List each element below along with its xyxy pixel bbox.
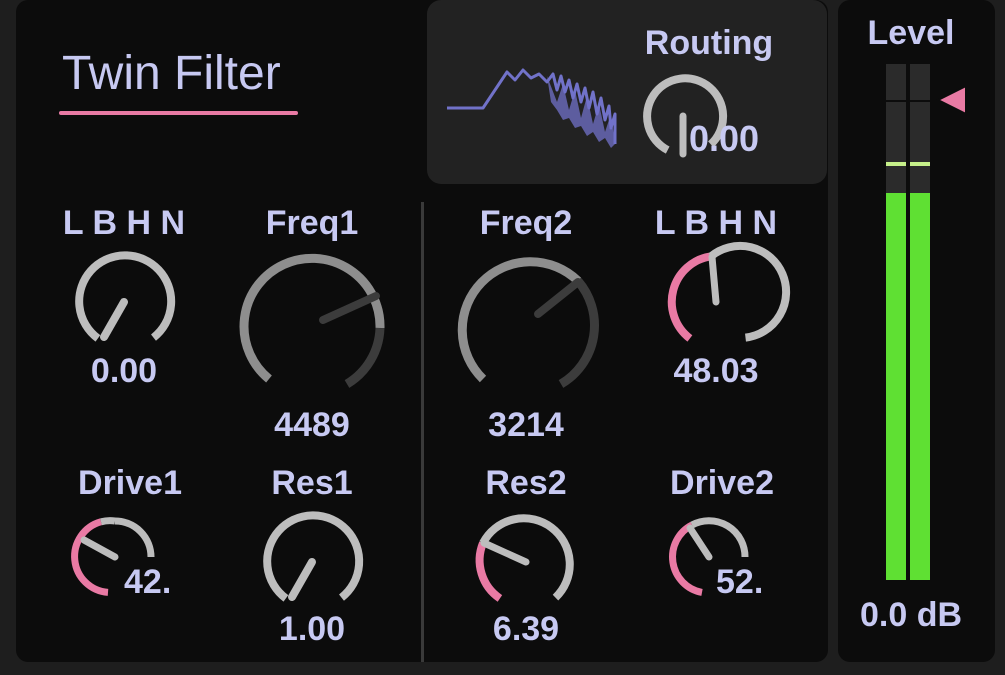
filter1-mode-value: 0.00 — [90, 352, 158, 390]
meter-zero-line — [886, 100, 930, 102]
filter1-freq-label: Freq1 — [265, 204, 359, 242]
filter1-res-knob[interactable] — [260, 510, 364, 614]
level-label: Level — [867, 14, 955, 52]
filter1-freq-knob[interactable] — [239, 253, 385, 398]
triangle-marker-icon[interactable] — [936, 82, 972, 118]
filter2-res-label: Res2 — [485, 464, 567, 502]
filter1-res-label: Res1 — [271, 464, 353, 502]
filter2-freq-knob[interactable] — [454, 254, 599, 398]
filter1-mode-label: L B H N — [62, 204, 186, 242]
filter1-freq-value: 4489 — [274, 406, 350, 444]
filter1-drive-value: 42. — [124, 563, 172, 601]
title-underline — [59, 111, 298, 115]
filter2-drive-value: 52. — [716, 563, 764, 601]
level-panel: Level 0.0 dB — [838, 0, 995, 662]
filter2-mode-value: 48.03 — [673, 352, 759, 390]
filter1-mode-knob[interactable] — [72, 250, 176, 354]
level-value: 0.0 dB — [859, 596, 963, 634]
meter-peak-right — [910, 162, 930, 166]
routing-section: Routing 0.00 — [427, 0, 827, 184]
routing-value: 0.00 — [689, 118, 760, 159]
meter-left-fill — [886, 193, 906, 580]
level-meter — [886, 64, 932, 580]
meter-right-fill — [910, 193, 930, 580]
routing-label: Routing — [644, 24, 774, 62]
spectrum-display-icon — [447, 68, 617, 148]
filter2-freq-value: 3214 — [488, 406, 564, 444]
meter-peak-left — [886, 162, 906, 166]
device-title: Twin Filter — [62, 47, 281, 100]
filter2-drive-label: Drive2 — [670, 464, 774, 502]
filter-divider — [421, 202, 424, 662]
filter2-mode-knob[interactable] — [664, 241, 791, 354]
filter1-res-value: 1.00 — [278, 610, 346, 648]
filter2-mode-label: L B H N — [654, 204, 778, 242]
filter1-drive-label: Drive1 — [78, 464, 182, 502]
filter2-freq-label: Freq2 — [479, 204, 573, 242]
filter2-res-knob[interactable] — [474, 510, 578, 614]
filter2-res-value: 6.39 — [492, 610, 560, 648]
